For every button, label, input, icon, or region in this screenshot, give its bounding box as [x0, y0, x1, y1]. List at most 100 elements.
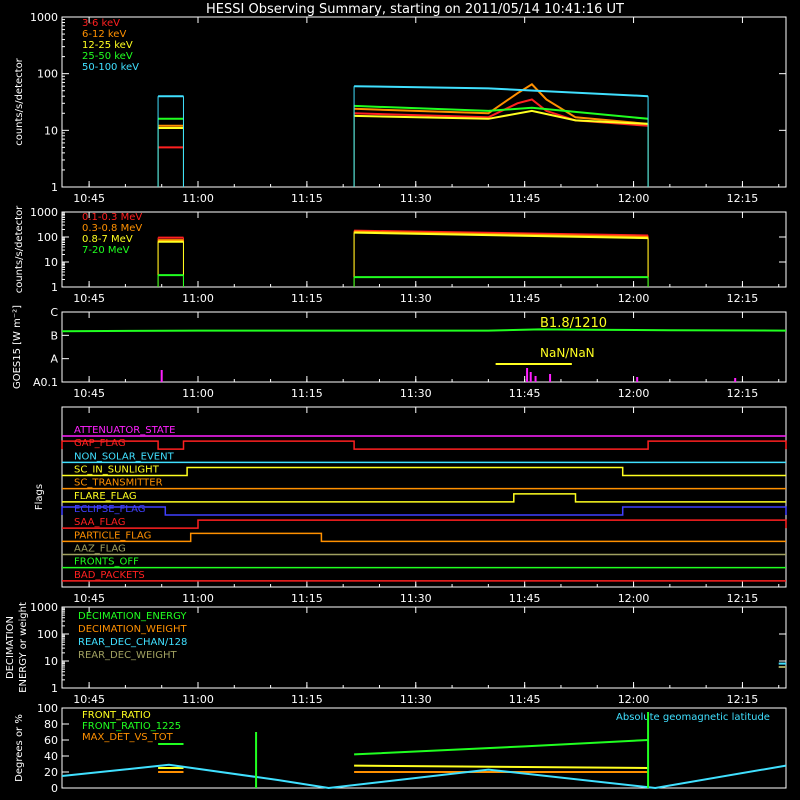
x-tick-label: 10:45	[73, 192, 105, 205]
legend-entry-0-1: 6-12 keV	[82, 29, 126, 40]
y-axis-label: Flags	[34, 484, 45, 510]
series-line-5-0	[354, 764, 649, 769]
x-tick-label: 12:15	[727, 192, 759, 205]
x-tick-label: 11:30	[400, 192, 432, 205]
x-tick-label: 11:00	[182, 693, 214, 706]
y-tick-label: B	[50, 329, 58, 342]
panel-frame-2	[61, 311, 787, 383]
legend-entry-1-2: 0.8-7 MeV	[82, 234, 133, 245]
x-tick-label: 10:45	[73, 592, 105, 605]
legend-entry-1-3: 7-20 MeV	[82, 245, 130, 256]
x-tick-label: 11:30	[400, 292, 432, 305]
y-axis-label: GOES15 [W m⁻²]	[12, 305, 23, 389]
x-tick-label: 12:15	[727, 387, 759, 400]
legend-entry-5-1: FRONT_RATIO_1225	[82, 721, 181, 732]
y-tick-label: 10	[44, 256, 58, 269]
x-tick-label: 12:00	[618, 693, 650, 706]
legend-entry-0-0: 3-6 keV	[82, 18, 120, 29]
y-tick-label: 10	[44, 655, 58, 668]
y-axis-label: DECIMATION	[5, 616, 16, 679]
legend-entry-0-4: 50-100 keV	[82, 62, 139, 73]
x-tick-label: 11:45	[509, 592, 541, 605]
y-tick-label: 100	[37, 702, 58, 715]
x-tick-label: 11:45	[509, 192, 541, 205]
y-tick-label: 20	[44, 766, 58, 779]
x-tick-label: 11:15	[291, 292, 323, 305]
y-tick-label: A	[50, 353, 58, 366]
x-tick-label: 11:30	[400, 693, 432, 706]
y-tick-label: 1000	[30, 206, 58, 219]
x-tick-label: 12:15	[727, 292, 759, 305]
legend-entry-0-2: 12-25 keV	[82, 40, 133, 51]
legend-entry-4-3: REAR_DEC_WEIGHT	[78, 650, 177, 661]
x-tick-label: 12:00	[618, 292, 650, 305]
y-tick-label: 1	[51, 181, 58, 194]
flag-label-8: PARTICLE_FLAG	[74, 530, 151, 541]
y-tick-label: 60	[44, 734, 58, 747]
y-tick-label: C	[50, 306, 58, 319]
legend-entry-0-3: 25-50 keV	[82, 51, 133, 62]
legend-entry-5-0: FRONT_RATIO	[82, 710, 151, 721]
x-tick-label: 11:45	[509, 292, 541, 305]
legend-entry-4-0: DECIMATION_ENERGY	[78, 611, 187, 622]
legend-entry-5-2: MAX_DET_VS_TOT	[82, 732, 174, 743]
legend-entry-1-1: 0.3-0.8 MeV	[82, 223, 142, 234]
panel-frame-0	[61, 16, 787, 188]
x-tick-label: 11:00	[182, 192, 214, 205]
y-tick-label: 1000	[30, 11, 58, 24]
y-tick-label: 10	[44, 124, 58, 137]
y-tick-label: 100	[37, 231, 58, 244]
flag-label-6: ECLIPSE_FLAG	[74, 504, 145, 515]
series-line-2-0	[61, 328, 787, 333]
x-tick-label: 10:45	[73, 693, 105, 706]
x-tick-label: 11:15	[291, 693, 323, 706]
legend-entry-1-0: 0.1-0.3 MeV	[82, 212, 142, 223]
series-line-0-2	[354, 109, 649, 125]
flag-label-2: NON_SOLAR_EVENT	[74, 451, 175, 462]
flag-label-3: SC_IN_SUNLIGHT	[74, 465, 160, 476]
flag-label-11: BAD_PACKETS	[74, 570, 145, 581]
latitude-annotation: Absolute geomagnetic latitude	[616, 712, 770, 723]
y-tick-label: 100	[37, 628, 58, 641]
x-tick-label: 12:00	[618, 192, 650, 205]
legend-entry-4-1: DECIMATION_WEIGHT	[78, 624, 187, 635]
flag-label-7: SAA_FLAG	[74, 517, 125, 528]
legend-entry-4-2: REAR_DEC_CHAN/128	[78, 637, 187, 648]
flag-label-10: FRONTS_OFF	[74, 557, 139, 568]
figure-title: HESSI Observing Summary, starting on 201…	[206, 2, 624, 17]
series-line-0-1	[354, 83, 649, 125]
x-tick-label: 11:15	[291, 192, 323, 205]
series-line-0-4	[354, 85, 649, 98]
x-tick-label: 12:15	[727, 693, 759, 706]
y-tick-label: 80	[44, 718, 58, 731]
x-tick-label: 11:15	[291, 592, 323, 605]
flag-label-4: SC_TRANSMITTER	[74, 478, 163, 489]
y-tick-label: 0	[51, 782, 58, 795]
flag-label-0: ATTENUATOR_STATE	[74, 425, 175, 436]
hessi-summary-figure: HESSI Observing Summary, starting on 201…	[5, 2, 787, 795]
flag-label-1: GAP_FLAG	[74, 438, 126, 449]
y-tick-label: 100	[37, 68, 58, 81]
x-tick-label: 11:30	[400, 592, 432, 605]
x-tick-label: 11:30	[400, 387, 432, 400]
y-tick-label: 1	[51, 682, 58, 695]
x-tick-label: 12:00	[618, 592, 650, 605]
y-axis-label: Degrees or %	[14, 714, 25, 782]
x-tick-label: 11:00	[182, 592, 214, 605]
y-tick-label: 40	[44, 750, 58, 763]
flag-trace-6	[61, 506, 787, 516]
x-tick-label: 11:45	[509, 387, 541, 400]
x-tick-label: 11:00	[182, 292, 214, 305]
y-axis-label: counts/s/detector	[14, 205, 25, 293]
x-tick-label: 11:00	[182, 387, 214, 400]
x-tick-label: 12:15	[727, 592, 759, 605]
x-tick-label: 11:15	[291, 387, 323, 400]
goes-flare-class-annotation: B1.8/1210	[540, 316, 607, 331]
x-tick-label: 11:45	[509, 693, 541, 706]
flag-trace-5	[62, 493, 786, 503]
y-tick-label: 1	[51, 281, 58, 294]
y-tick-label: 1000	[30, 601, 58, 614]
goes-nan-annotation: NaN/NaN	[540, 346, 595, 360]
flag-label-9: AAZ_FLAG	[74, 544, 126, 555]
flag-label-5: FLARE_FLAG	[74, 491, 137, 502]
